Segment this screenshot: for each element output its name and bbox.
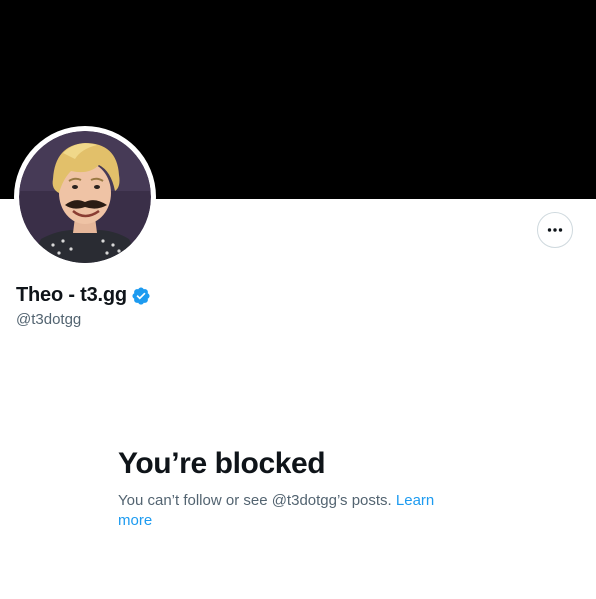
blocked-notice: You’re blocked You can’t follow or see @… (118, 446, 458, 531)
blocked-message-text: You can’t follow or see @t3dotgg’s posts… (118, 492, 392, 509)
display-name: Theo - t3.gg (16, 284, 127, 306)
blocked-title: You’re blocked (118, 447, 326, 480)
profile-handle: @t3dotgg (16, 311, 82, 328)
avatar[interactable] (19, 131, 151, 263)
more-horizontal-icon (547, 228, 563, 232)
more-button[interactable] (537, 212, 573, 248)
avatar-frame (14, 126, 156, 268)
blocked-message: You can’t follow or see @t3dotgg’s posts… (118, 491, 458, 531)
profile-page: Theo - t3.gg @t3dotgg You’re blocked You… (0, 0, 596, 599)
profile-name-row: Theo - t3.gg (16, 284, 151, 307)
verified-badge-icon[interactable] (131, 286, 151, 306)
